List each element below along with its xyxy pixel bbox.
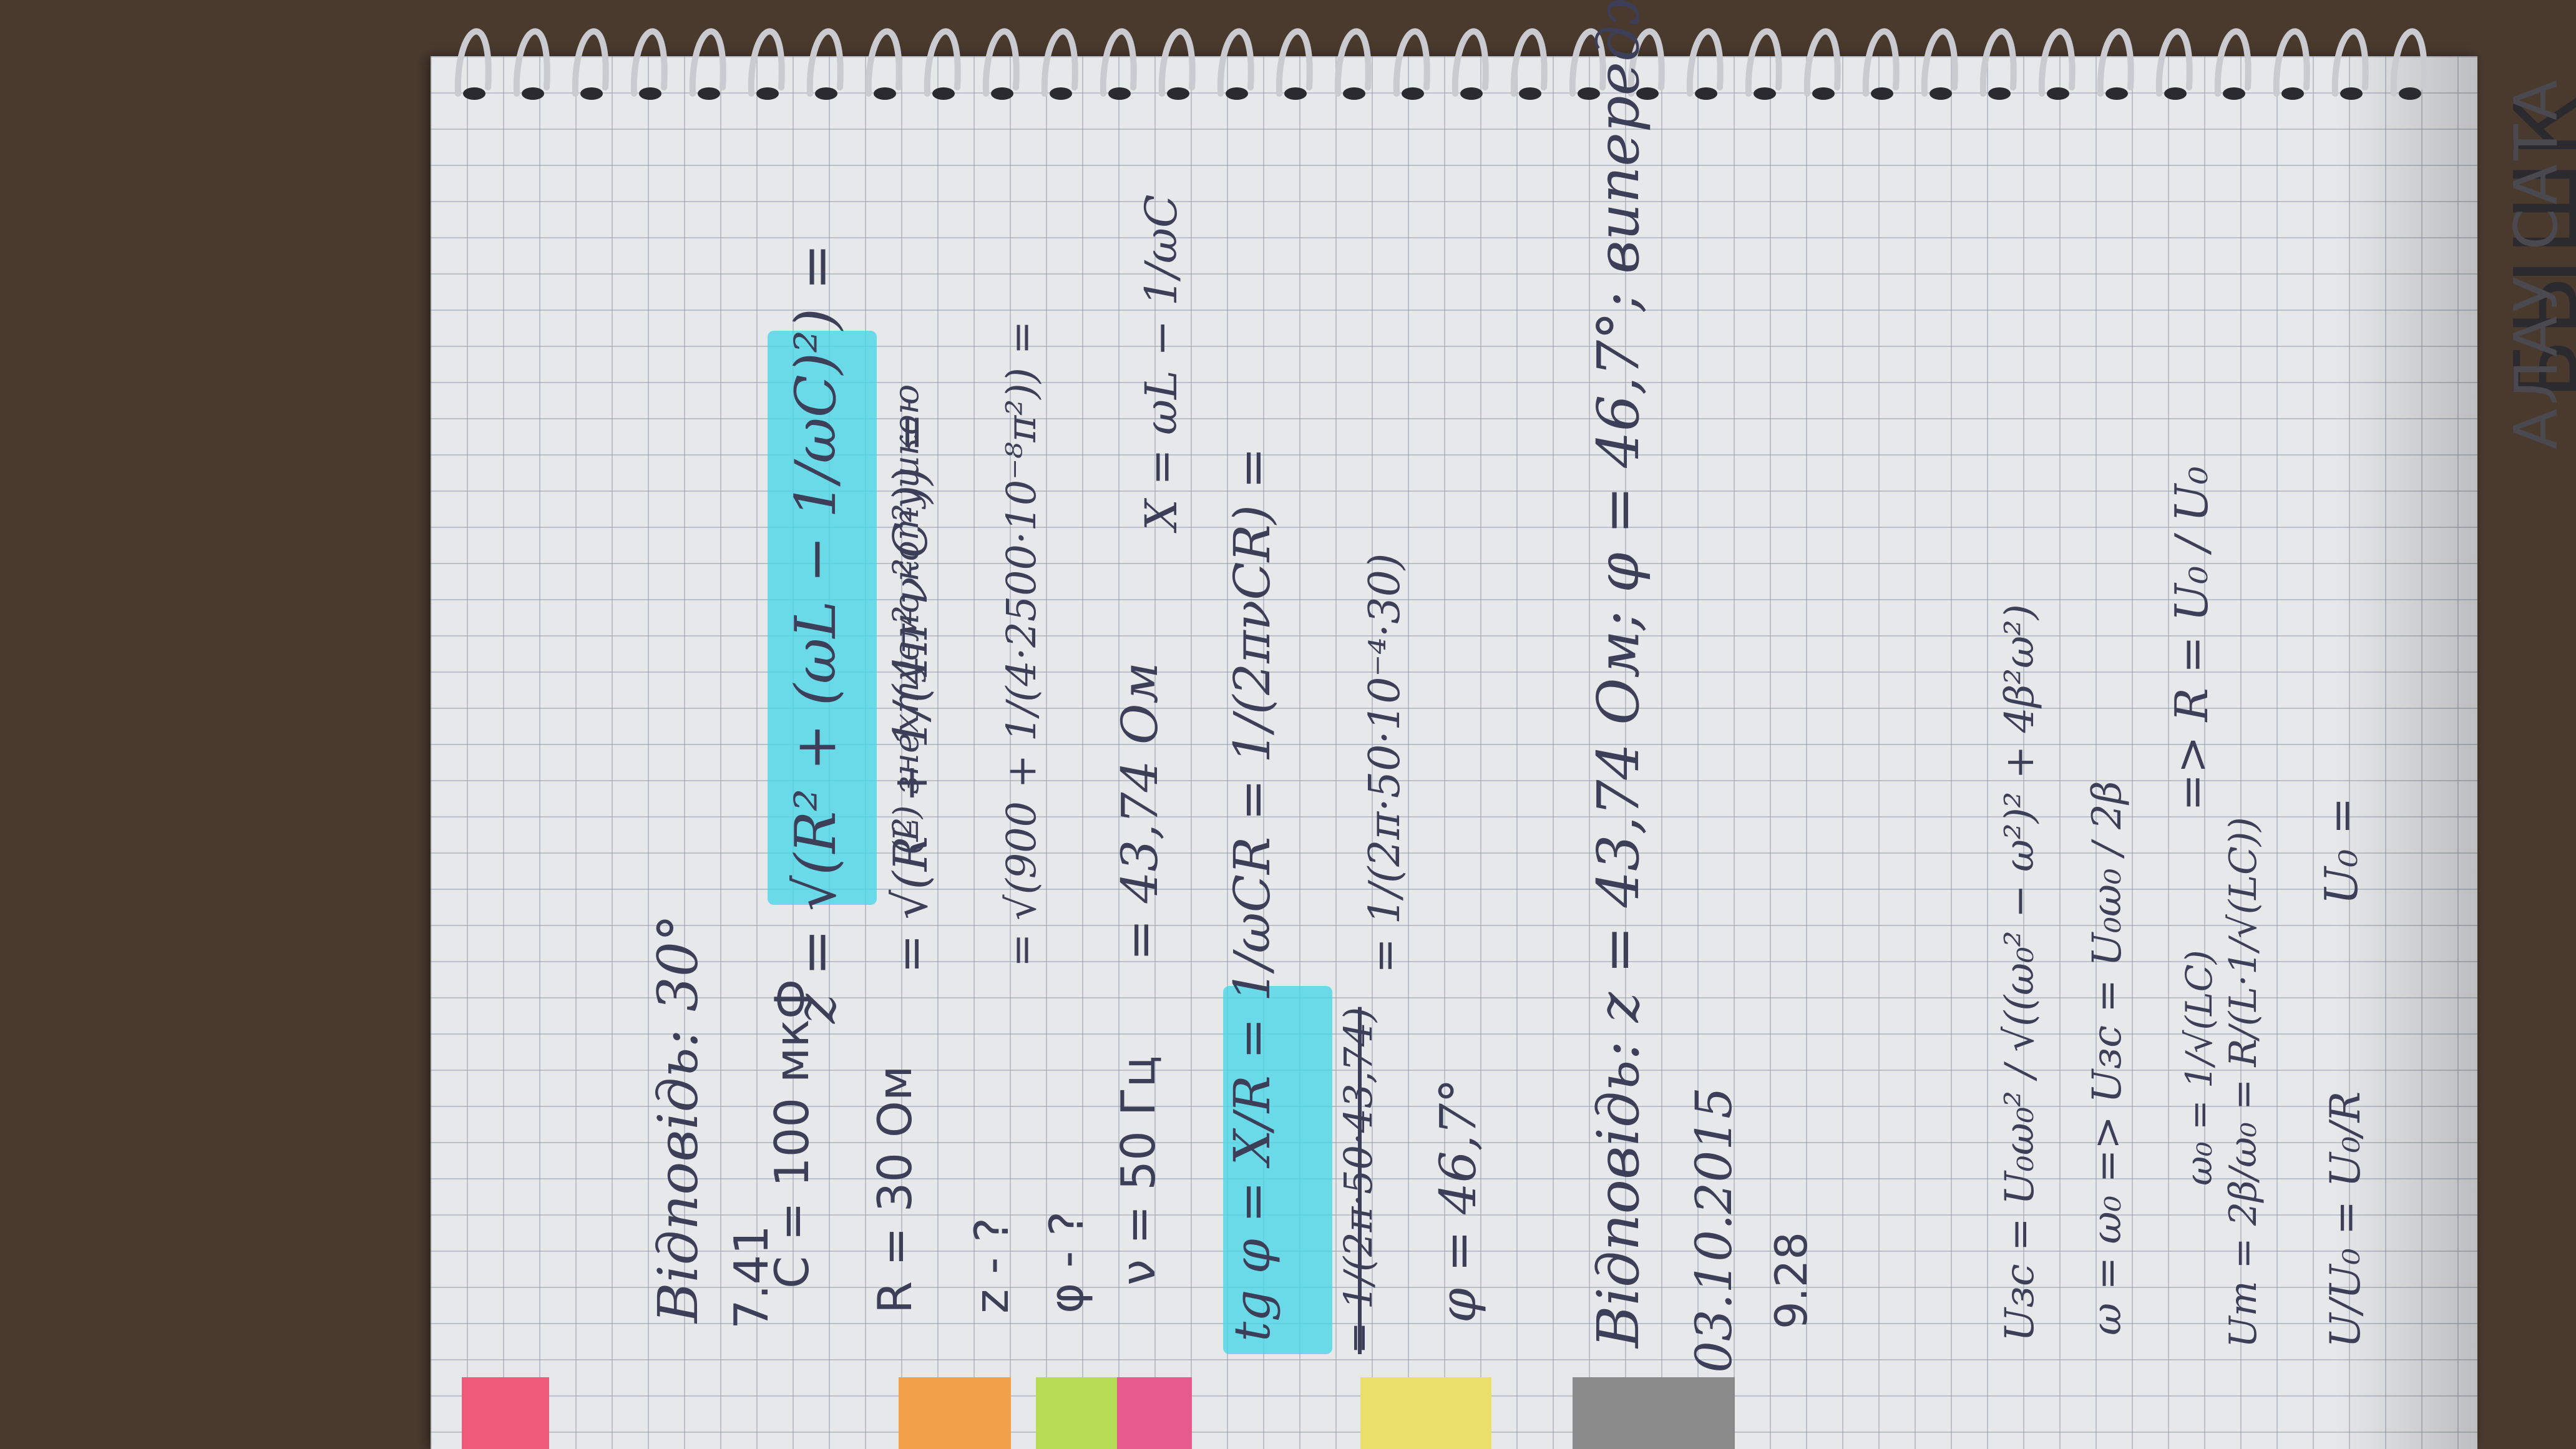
sticky-tab-pink [1117,1377,1192,1449]
given-c: C = 100 мкФ [764,978,819,1289]
binding-hole [1108,87,1131,100]
given-r: R = 30 Ом [867,1065,922,1314]
spiral-coil [1510,28,1548,97]
formula-tg-crossed: = 1/(2π·50·43,74) [1335,1007,1381,1354]
binding-hole [1519,87,1541,100]
spiral-coil [2097,28,2134,97]
given-nu: ν = 50 Гц [1111,1055,1166,1286]
binding-hole [1754,87,1776,100]
spiral-coil [1158,28,1196,97]
formula-ratio: U/U₀ = U₀/R [2321,1091,2369,1348]
sticky-tab-gray [1573,1377,1735,1449]
binding-hole [1812,87,1835,100]
formula-resonance: ω = ω₀ => Uзс = U₀ω₀ / 2β [2084,781,2130,1335]
spiral-coil [1451,28,1489,97]
binding-hole [756,87,779,100]
binding-hole [874,87,896,100]
binding-hole [1226,87,1248,100]
spiral-coil [806,28,844,97]
binding-hole [2340,87,2363,100]
binding-hole [1460,87,1483,100]
binding-hole [2223,87,2245,100]
spiral-coil [1921,28,1958,97]
binding-hole [463,87,485,100]
photo-scene: Відповідь: 30° 7.41 C = 100 мкФ R = 30 О… [0,0,2576,1449]
spiral-coil [2038,28,2076,97]
spiral-coil [1745,28,1782,97]
spiral-coil [689,28,726,97]
binding-hole [2105,87,2128,100]
sticky-tab-yellow [1360,1377,1491,1449]
spiral-coil [513,28,550,97]
binding-hole [1050,87,1072,100]
result-z: = 43,74 Ом [1111,662,1169,961]
sticky-tab-red [462,1377,549,1449]
binding-hole [698,87,720,100]
binding-hole [991,87,1013,100]
find-phi: φ - ? [1039,1211,1094,1314]
binding-hole [2047,87,2069,100]
binding-hole [1871,87,1893,100]
binding-hole [639,87,661,100]
binding-hole [1343,87,1365,100]
spiral-coil [572,28,609,97]
binding-hole [522,87,544,100]
spiral-coil [1862,28,1900,97]
sticky-tab-orange [899,1377,1011,1449]
spiral-coil [1393,28,1430,97]
spiral-coil [1334,28,1372,97]
formula-uzs: Uзс = U₀ω₀² / √((ω₀² − ω²)² + 4β²ω²) [1997,604,2043,1342]
find-z: z - ? [964,1217,1019,1314]
answer-741: Відповідь: z = 43,74 Ом; φ = 46,7°; випе… [1585,0,1652,1348]
formula-r: => R = U₀ / U₀ [2165,466,2218,811]
spiral-coil [1686,28,1724,97]
spiral-coil [1276,28,1313,97]
formula-ut: Uт = 2β/ω₀ = R/(L·1/√(LC)) [2222,817,2265,1348]
spiral-coil [748,28,785,97]
spiral-coil [982,28,1020,97]
binding-hole [2399,87,2421,100]
spiral-coil [1979,28,2017,97]
problem-number-928: 9.28 [1766,1232,1817,1329]
binding-hole [932,87,955,100]
spiral-coil [1803,28,1841,97]
spiral-coil [2155,28,2193,97]
wall-poster-line-2: АЛАУ САТА [2502,76,2571,449]
formula-z-step3: = √(900 + 1/(4·2500·10⁻⁸π²)) = [998,320,1045,967]
spiral-coil [1100,28,1137,97]
binding-hole [1402,87,1424,100]
binding-hole [2281,87,2304,100]
formula-omega0: ω₀ = 1/√(LC) [2178,950,2220,1186]
binding-hole [1930,87,1952,100]
binding-hole [815,87,837,100]
formula-u0: U₀ = [2315,797,2368,905]
formula-z-step2: = √(R² + 1/(4π²ν²C²)) = [883,412,938,973]
date: 03.10.2015 [1685,1086,1743,1373]
spiral-coil [2214,28,2252,97]
binding-hole [1695,87,1717,100]
binding-hole [1988,87,2011,100]
spiral-coil [630,28,668,97]
spiral-coil [2390,28,2427,97]
spiral-coil [865,28,902,97]
binding-hole [1284,87,1307,100]
answer-30: Відповідь: 30° [646,914,710,1323]
spiral-coil [924,28,961,97]
formula-tg: tg φ = X/R = 1/ωCR = 1/(2πνCR) = [1223,447,1281,1342]
spiral-coil [454,28,492,97]
spiral-coil [2331,28,2369,97]
result-phi: φ = 46,7° [1429,1078,1487,1323]
binding-hole [1167,87,1189,100]
formula-z: z = √(R² + (ωL − 1/ωC)²) = [783,243,849,1023]
binding-hole [580,87,603,100]
formula-tg-step2: = 1/(2π·50·10⁻⁴·30) [1360,553,1410,973]
binding-hole [2164,87,2187,100]
spiral-coil [2273,28,2310,97]
spiral-coil [1041,28,1078,97]
spiral-coil [1217,28,1254,97]
reactance: X = ωL − 1/ωC [1136,194,1187,530]
